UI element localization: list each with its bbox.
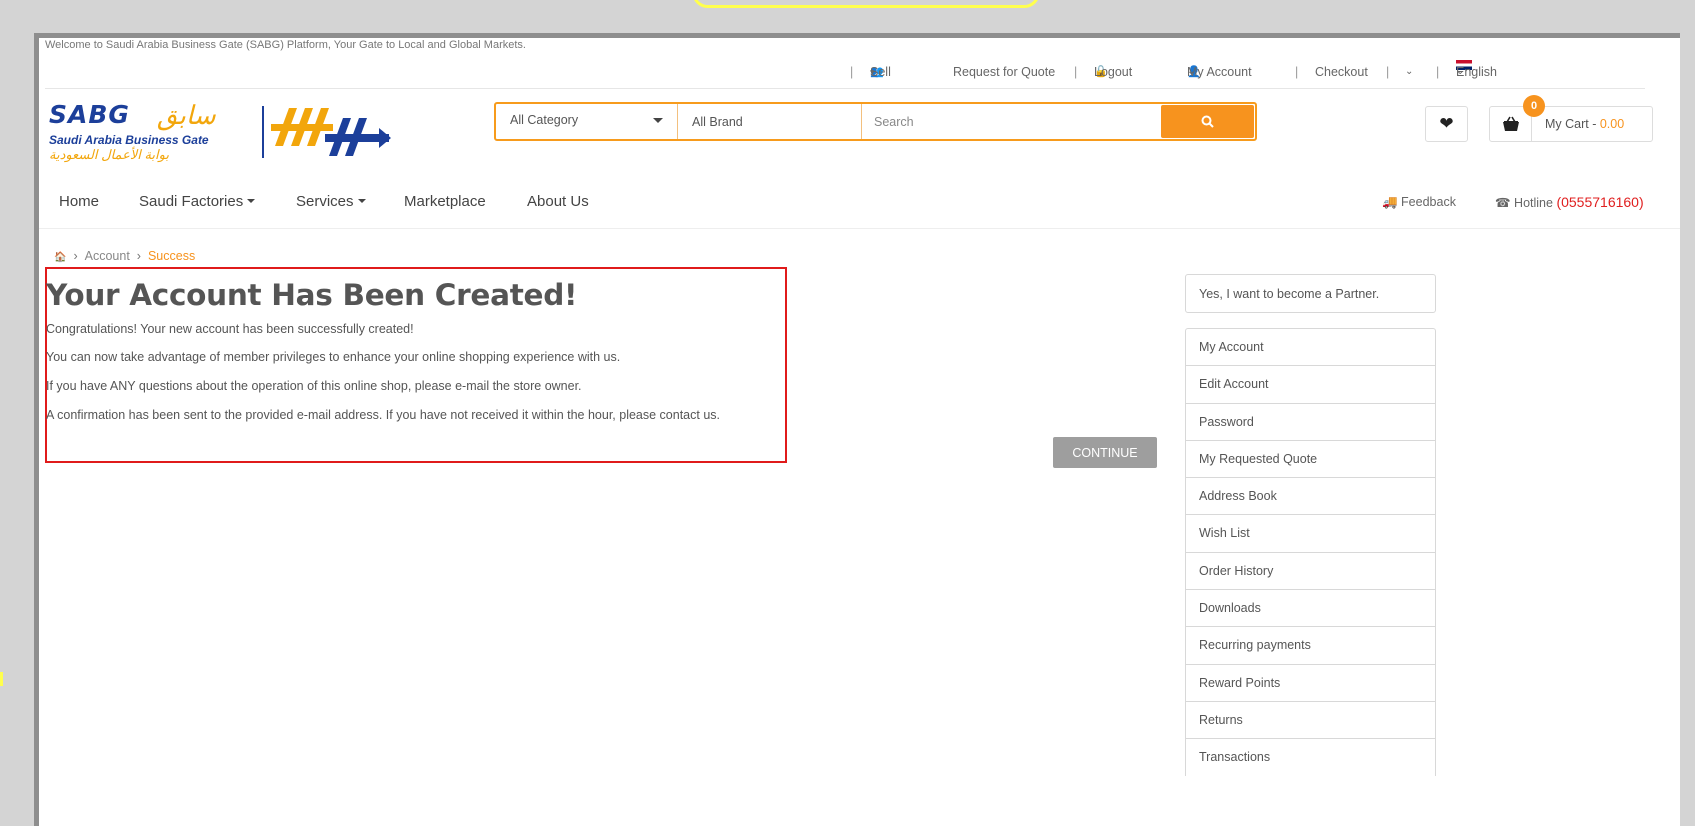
cart-button[interactable]: 0 My Cart - 0.00 [1489,95,1653,142]
basket-icon [1502,116,1519,131]
category-select[interactable]: All Category [496,104,678,139]
caret-down-icon [357,199,366,203]
breadcrumb-account[interactable]: Account [85,249,130,263]
overlay-tab [692,0,1040,8]
heart-icon: ❤ [1439,114,1454,133]
divider [39,228,1680,229]
nav-about[interactable]: About Us [527,193,589,210]
search-icon [1201,115,1214,128]
overlay-mark [0,672,3,686]
sidebar-item-order-history[interactable]: Order History [1185,551,1436,590]
message-line-2: You can now take advantage of member pri… [46,350,621,364]
sidebar-item-transactions[interactable]: Transactions [1185,738,1436,776]
logo-english-line: Saudi Arabia Business Gate [49,133,209,147]
request-quote-link[interactable]: Request for Quote [953,60,1055,84]
breadcrumb: 🏠 › Account › Success [54,249,196,263]
page-title: Your Account Has Been Created! [46,278,578,312]
welcome-message: Welcome to Saudi Arabia Business Gate (S… [45,39,526,51]
sidebar-item-edit-account[interactable]: Edit Account [1185,365,1436,403]
success-content: Your Account Has Been Created! Congratul… [46,278,720,422]
site-logo[interactable]: SABG سابق Saudi Arabia Business Gate بوا… [49,100,394,166]
logo-divider [262,106,264,158]
logo-arabic-line: بوابة الأعمال السعودية [49,147,169,162]
hotline-number[interactable]: (0555716160) [1556,194,1643,210]
sidebar-item-wish-list[interactable]: Wish List [1185,514,1436,552]
browser-frame: Welcome to Saudi Arabia Business Gate (S… [34,33,1680,826]
sidebar-item-password[interactable]: Password [1185,402,1436,440]
top-bar: | 👥 Sell ▾ Request for Quote | 🔓 Logout 👤 M… [39,60,1680,84]
caret-down-icon [247,199,256,203]
search-bar: All Category All Brand [494,102,1257,141]
breadcrumb-current[interactable]: Success [148,249,195,263]
cart-count-badge: 0 [1523,95,1545,117]
search-button[interactable] [1161,105,1254,138]
sidebar-item-reward-points[interactable]: Reward Points [1185,663,1436,701]
logo-arabic: سابق [157,100,216,130]
message-line-3: If you have ANY questions about the oper… [46,379,582,393]
brand-select[interactable]: All Brand [678,104,862,139]
page: Welcome to Saudi Arabia Business Gate (S… [39,38,1680,826]
hotline: ☎ Hotline (0555716160) [1495,194,1644,210]
divider [45,88,1645,89]
sidebar-item-recurring-payments[interactable]: Recurring payments [1185,626,1436,664]
home-icon[interactable]: 🏠 [54,252,66,263]
feedback-link[interactable]: 🚚 Feedback [1382,195,1456,210]
caret-down-icon [653,118,663,123]
currency-dropdown[interactable]: ⌄ [1405,60,1413,84]
sidebar-item-downloads[interactable]: Downloads [1185,589,1436,627]
sidebar-item-returns[interactable]: Returns [1185,700,1436,739]
become-partner-button[interactable]: Yes, I want to become a Partner. [1185,274,1436,313]
cart-amount: 0.00 [1599,117,1625,131]
logo-mark-icon [271,108,391,156]
account-sidebar: My Account Edit Account Password My Requ… [1185,328,1436,776]
nav-marketplace[interactable]: Marketplace [404,193,486,210]
nav-saudi-factories[interactable]: Saudi Factories [139,193,256,210]
nav-home[interactable]: Home [59,193,99,210]
search-input[interactable] [862,104,1160,139]
sidebar-item-requested-quote[interactable]: My Requested Quote [1185,439,1436,478]
logo-latin: SABG [49,100,130,129]
phone-icon: ☎ [1495,196,1515,210]
sidebar-item-my-account[interactable]: My Account [1185,328,1436,366]
message-line-4: A confirmation has been sent to the prov… [46,408,721,422]
checkout-link[interactable]: Checkout [1315,60,1368,84]
continue-button[interactable]: CONTINUE [1053,437,1157,468]
cart-label: My Cart - [1545,117,1600,131]
wishlist-button[interactable]: ❤ [1425,106,1468,142]
truck-icon: 🚚 [1382,195,1402,209]
sidebar-item-address-book[interactable]: Address Book [1185,477,1436,515]
main-nav: Home Saudi Factories Services Marketplac… [39,193,1680,219]
nav-services[interactable]: Services [296,193,366,210]
message-line-1: Congratulations! Your new account has be… [46,322,414,336]
